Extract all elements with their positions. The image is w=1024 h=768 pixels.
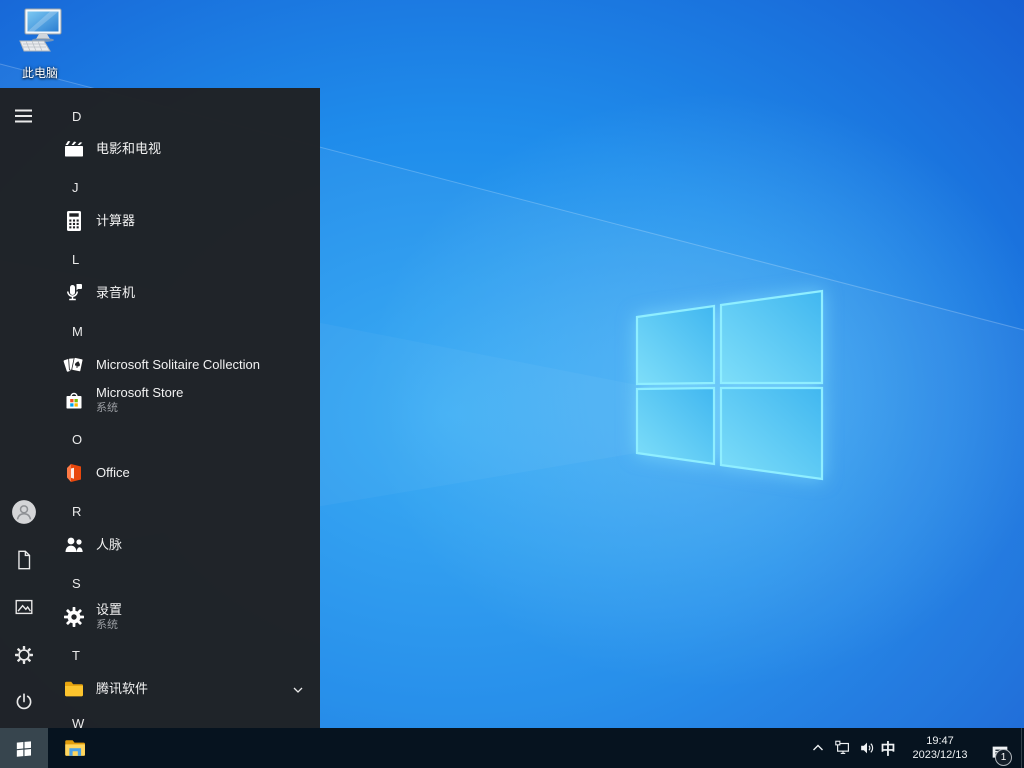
store-bag-icon (66, 392, 82, 409)
clapperboard-icon (65, 141, 83, 157)
notification-badge: 1 (995, 749, 1012, 766)
clock-date: 2023/12/13 (912, 749, 968, 761)
folder-icon (65, 681, 83, 697)
playing-cards-icon (63, 357, 84, 373)
start-menu-rail (0, 88, 48, 728)
network-icon (835, 740, 849, 754)
volume-tray-button[interactable] (855, 728, 879, 768)
start-menu: D 电影和电视 J 计算器 L 录音机 M Microsoft Solitair… (0, 88, 320, 728)
app-item-movies-tv[interactable]: 电影和电视 (48, 132, 320, 166)
file-explorer-taskbar-button[interactable] (58, 728, 92, 768)
office-logo-icon (67, 464, 81, 482)
settings-gear-icon (15, 646, 33, 664)
start-button[interactable] (0, 728, 48, 768)
this-pc-icon (19, 8, 62, 52)
volume-icon (861, 742, 874, 754)
desktop-icon-this-pc[interactable]: 此电脑 (6, 8, 74, 80)
app-label: 设置 (96, 602, 123, 617)
microphone-icon (67, 284, 82, 301)
section-letter-o[interactable]: O (48, 427, 320, 451)
user-account-button[interactable] (0, 492, 48, 532)
section-letter-w[interactable]: W (48, 711, 320, 729)
app-item-office[interactable]: Office (48, 456, 320, 490)
app-sublabel: 系统 (96, 402, 118, 414)
people-icon (65, 537, 83, 552)
gear-icon (64, 607, 84, 627)
power-button[interactable] (0, 682, 48, 722)
section-letter-t[interactable]: T (48, 643, 320, 667)
action-center-button[interactable]: 1 (982, 728, 1018, 768)
menu-icon (15, 109, 32, 123)
app-label: 人脉 (96, 537, 123, 552)
app-label: Office (96, 465, 130, 480)
desktop-icon-label: 此电脑 (21, 66, 58, 80)
tray-overflow-button[interactable] (806, 728, 830, 768)
section-letter-d[interactable]: D (48, 104, 320, 128)
app-label: 录音机 (96, 285, 136, 300)
app-item-microsoft-store[interactable]: Microsoft Store 系统 (48, 378, 320, 422)
clock-time: 19:47 (926, 735, 954, 747)
app-label: 电影和电视 (96, 141, 162, 156)
documents-button[interactable] (0, 540, 48, 580)
documents-icon (18, 550, 31, 570)
section-letter-r[interactable]: R (48, 499, 320, 523)
windows-logo-icon (16, 741, 32, 757)
app-label: Microsoft Store (96, 385, 184, 400)
app-item-solitaire[interactable]: Microsoft Solitaire Collection (48, 348, 320, 382)
app-item-people[interactable]: 人脉 (48, 528, 320, 562)
menu-expand-button[interactable] (0, 96, 48, 136)
settings-rail-button[interactable] (0, 635, 48, 675)
pictures-icon (15, 599, 33, 615)
app-label: Microsoft Solitaire Collection (96, 357, 261, 372)
taskbar: 中 19:47 2023/12/13 1 (0, 728, 1024, 768)
app-sublabel: 系统 (96, 619, 118, 631)
app-item-tencent-folder[interactable]: 腾讯软件 (48, 672, 320, 706)
clock[interactable]: 19:47 2023/12/13 (900, 728, 980, 768)
calculator-icon (67, 211, 81, 231)
app-item-calculator[interactable]: 计算器 (48, 204, 320, 238)
ime-indicator[interactable]: 中 (877, 728, 899, 768)
pictures-button[interactable] (0, 587, 48, 627)
section-letter-l[interactable]: L (48, 247, 320, 271)
section-letter-m[interactable]: M (48, 319, 320, 343)
power-icon (16, 693, 32, 710)
section-letter-s[interactable]: S (48, 571, 320, 595)
file-explorer-icon (65, 740, 85, 756)
app-label: 腾讯软件 (96, 681, 149, 696)
section-letter-j[interactable]: J (48, 175, 320, 199)
user-avatar-icon (12, 500, 36, 524)
chevron-down-icon (293, 687, 303, 693)
app-item-voice-recorder[interactable]: 录音机 (48, 276, 320, 310)
network-tray-button[interactable] (831, 728, 855, 768)
app-label: 计算器 (96, 213, 136, 228)
chevron-up-icon (813, 744, 823, 751)
app-item-settings[interactable]: 设置 系统 (48, 595, 320, 639)
